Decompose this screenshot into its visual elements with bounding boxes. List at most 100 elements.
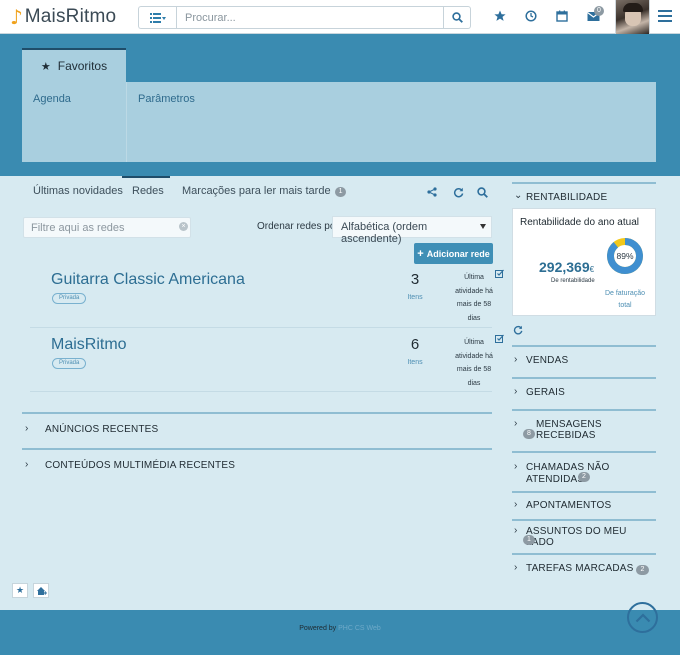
network-filter-input[interactable] (23, 217, 191, 238)
logo[interactable]: ♪ MaisRitmo (10, 6, 116, 28)
chevron-right-icon: › (25, 423, 29, 434)
network-activity: Última atividade há mais de 58 dias (455, 339, 493, 387)
chevron-down-icon: ⌄ (514, 190, 523, 201)
star-icon: ★ (15, 585, 25, 595)
chevron-right-icon: › (514, 354, 518, 365)
edit-icon[interactable] (495, 269, 504, 278)
set-home-button[interactable] (33, 583, 49, 598)
chevron-up-icon (635, 612, 650, 622)
home-plus-icon (36, 586, 47, 595)
section-chamadas-nao-atendidas[interactable]: › CHAMADAS NÃO ATENDIDAS 2 (512, 451, 656, 491)
section-badge: 2 (578, 472, 590, 482)
rentabilidade-value: 292,369€ (539, 259, 595, 275)
section-label: GERAIS (526, 387, 565, 398)
chevron-right-icon: › (514, 499, 518, 510)
section-badge: 2 (636, 565, 649, 575)
network-activity: Última atividade há mais de 58 dias (455, 274, 493, 322)
search-icon (451, 12, 463, 23)
section-label: MENSAGENS RECEBIDAS (536, 419, 602, 441)
section-badge: 1 (523, 535, 535, 545)
tab-marcacoes[interactable]: Marcações para ler mais tarde 1 (182, 185, 347, 197)
section-badge: 8 (523, 429, 535, 439)
network-privacy-tag: Privada (52, 358, 87, 369)
section-assuntos-do-meu-lado[interactable]: › ASSUNTOS DO MEU LADO 1 (512, 519, 656, 553)
tab-favoritos[interactable]: ★ Favoritos (22, 48, 126, 82)
donut-percent: 89% (616, 251, 633, 261)
add-favorite-button[interactable]: ★ (12, 583, 28, 598)
section-tarefas-marcadas[interactable]: › TAREFAS MARCADAS 2 (512, 553, 656, 579)
chevron-right-icon: › (514, 386, 518, 397)
hamburger-menu-icon[interactable] (658, 10, 672, 22)
list-icon (149, 12, 166, 23)
order-select[interactable]: Alfabética (ordem ascendente) (332, 216, 492, 245)
section-label: APONTAMENTOS (526, 500, 612, 511)
section-label: TAREFAS MARCADAS 2 (526, 563, 649, 575)
search-bar (138, 6, 471, 29)
network-privacy-tag: Privada (52, 293, 87, 304)
share-icon[interactable] (425, 185, 439, 199)
footer-brand[interactable]: PHC CS Web (338, 625, 381, 632)
network-title[interactable]: MaisRitmo (51, 336, 127, 354)
clear-filter-icon[interactable]: × (179, 222, 188, 231)
section-gerais[interactable]: › GERAIS (512, 377, 656, 409)
footer: Powered by PHC CS Web (0, 602, 680, 655)
favorites-divider (126, 82, 127, 162)
tab-marcacoes-badge: 1 (334, 187, 347, 197)
list-item[interactable]: Guitarra Classic Americana Privada 3 Ite… (30, 263, 504, 327)
section-apontamentos[interactable]: › APONTAMENTOS (512, 491, 656, 519)
network-item-count: 3 (410, 271, 420, 288)
refresh-icon[interactable] (513, 325, 523, 338)
chevron-right-icon: › (514, 562, 518, 573)
avatar[interactable] (615, 0, 650, 34)
chevron-right-icon: › (514, 418, 518, 429)
tab-marcacoes-label: Marcações para ler mais tarde (182, 185, 331, 197)
favorite-link-parametros[interactable]: Parâmetros (138, 93, 195, 105)
add-network-label: Adicionar rede (426, 248, 490, 259)
search-input[interactable] (176, 6, 444, 29)
network-separator (30, 391, 492, 392)
add-network-button[interactable]: + Adicionar rede (414, 243, 493, 264)
powered-by: Powered by PHC CS Web (299, 625, 381, 632)
rentabilidade-card: Rentabilidade do ano atual 292,369€ De r… (512, 208, 656, 316)
section-label: VENDAS (526, 355, 569, 366)
chevron-right-icon: › (514, 461, 518, 472)
favorites-band: ★ Favoritos Agenda Parâmetros (0, 34, 680, 176)
active-tab-indicator (122, 176, 170, 178)
section-label: CONTEÚDOS MULTIMÉDIA RECENTES (45, 460, 236, 471)
network-item-count: 6 (410, 336, 420, 353)
clock-icon[interactable] (523, 8, 539, 24)
star-icon[interactable] (492, 8, 508, 24)
top-bar: ♪ MaisRitmo 0 (0, 0, 680, 34)
refresh-icon[interactable] (451, 185, 465, 199)
search-type-dropdown[interactable] (138, 6, 176, 29)
avatar-hair (623, 3, 643, 12)
search-button[interactable] (444, 6, 471, 29)
network-title[interactable]: Guitarra Classic Americana (51, 271, 245, 289)
section-anuncios-recentes[interactable]: › ANÚNCIOS RECENTES (22, 412, 492, 446)
favorites-panel: Agenda Parâmetros (22, 82, 656, 162)
rentabilidade-percent-label: De faturação total (604, 290, 646, 309)
rentabilidade-value-label: De rentabilidade (551, 278, 595, 284)
chevron-right-icon: › (514, 525, 518, 536)
section-label: CHAMADAS NÃO ATENDIDAS (526, 462, 610, 485)
section-conteudos-multimedia[interactable]: › CONTEÚDOS MULTIMÉDIA RECENTES (22, 448, 492, 482)
edit-icon[interactable] (495, 334, 504, 343)
calendar-icon[interactable] (554, 8, 570, 24)
favorite-link-agenda[interactable]: Agenda (33, 93, 71, 105)
network-items-label: Itens (407, 359, 423, 366)
scroll-to-top-button[interactable] (627, 602, 658, 633)
network-items-label: Itens (407, 294, 423, 301)
section-rentabilidade[interactable]: ⌄ RENTABILIDADE (512, 182, 656, 208)
search-icon[interactable] (475, 185, 489, 199)
tabs-row: Últimas novidades Redes Marcações para l… (22, 176, 492, 209)
list-item[interactable]: MaisRitmo Privada 6 Itens Última ativida… (30, 328, 504, 392)
caret-down-icon (480, 224, 486, 229)
star-icon: ★ (40, 60, 51, 73)
section-label: ANÚNCIOS RECENTES (45, 424, 159, 435)
mail-badge: 0 (594, 6, 604, 16)
tab-ultimas-novidades[interactable]: Últimas novidades (33, 185, 123, 197)
section-mensagens-recebidas[interactable]: › MENSAGENS RECEBIDAS 8 (512, 409, 656, 451)
section-label: RENTABILIDADE (526, 192, 608, 203)
tab-redes[interactable]: Redes (132, 185, 164, 197)
section-vendas[interactable]: › VENDAS (512, 345, 656, 377)
